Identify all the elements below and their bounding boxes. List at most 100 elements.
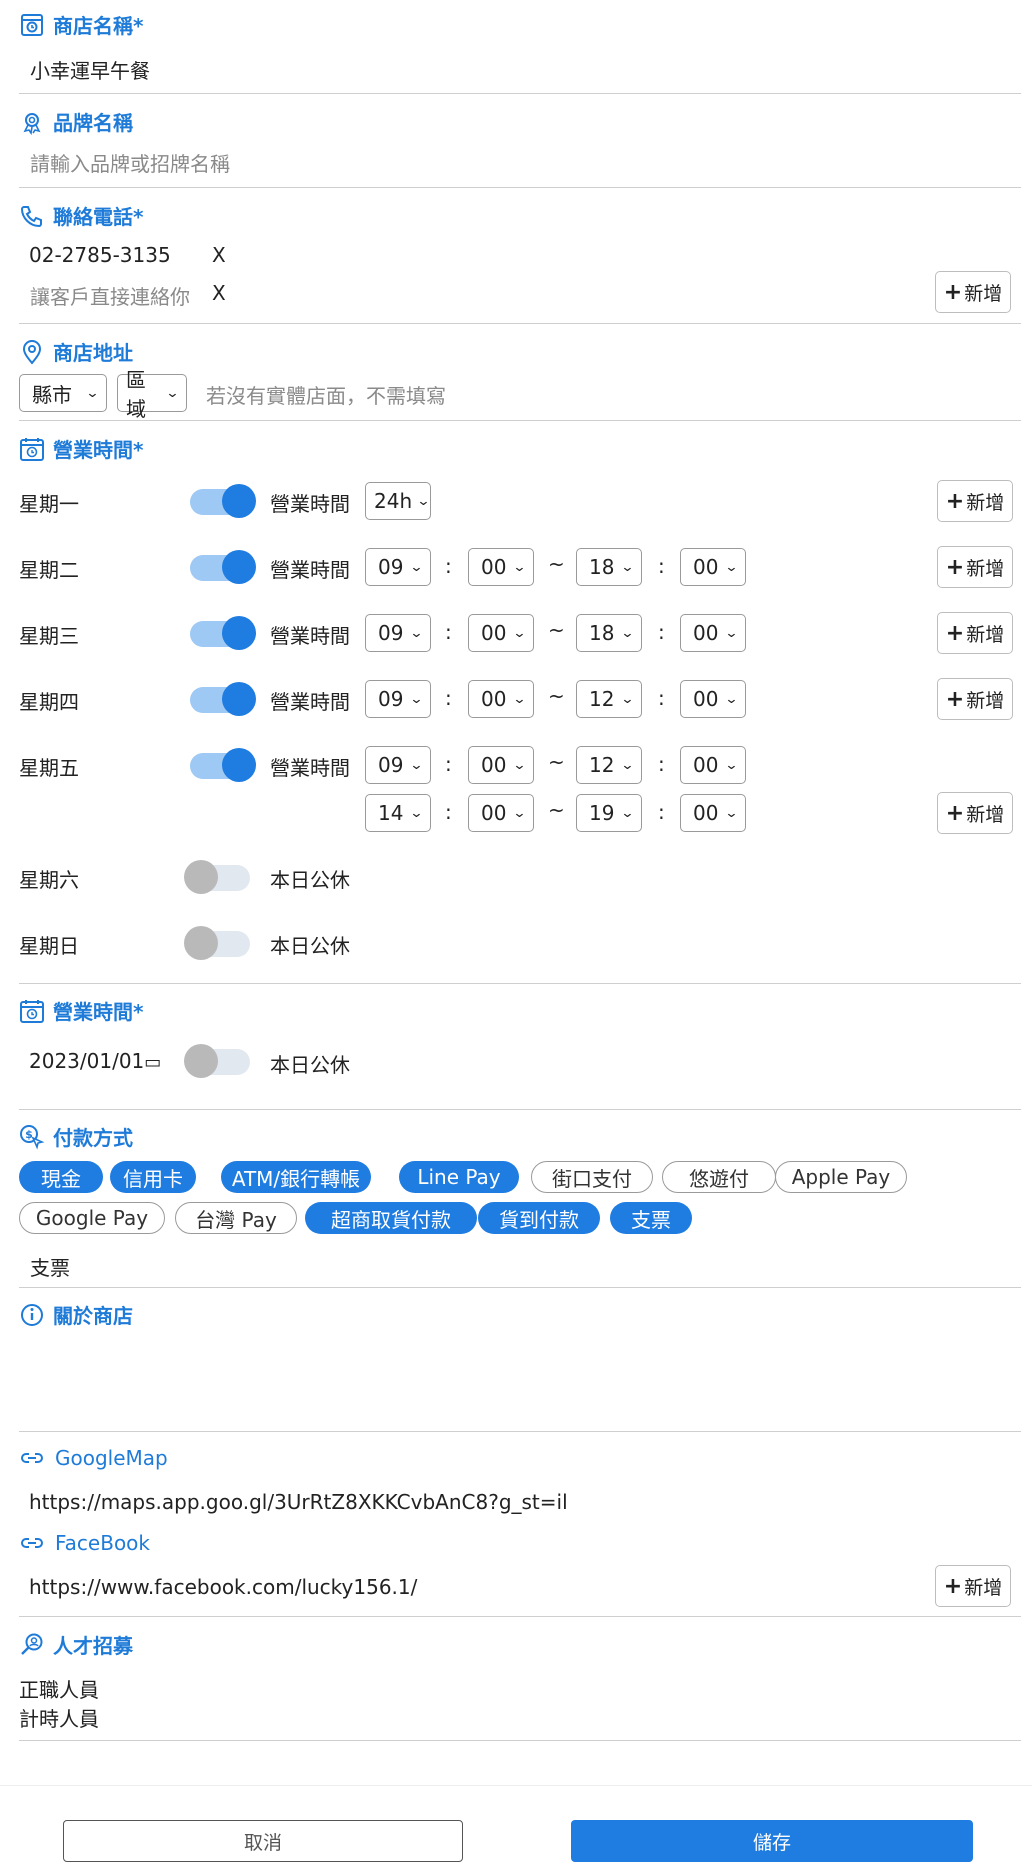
add-time-range-button[interactable]: + 新增 — [937, 480, 1013, 522]
chevron-down-icon: ⌄ — [416, 493, 431, 509]
start-minute-select[interactable]: 00 ⌄ — [468, 548, 534, 586]
payment-title: $ 付款方式 — [19, 1122, 133, 1151]
recruit-item[interactable]: 正職人員 — [19, 1674, 99, 1703]
day-open-toggle[interactable] — [190, 484, 256, 518]
save-button[interactable]: 儲存 — [571, 1820, 973, 1862]
day-open-toggle[interactable] — [184, 860, 250, 894]
store-icon — [21, 13, 43, 36]
payment-method-pill[interactable]: 信用卡 — [110, 1161, 196, 1193]
end-minute-select[interactable]: 00 ⌄ — [680, 794, 746, 832]
brand-name-input[interactable]: 請輸入品牌或招牌名稱 — [30, 148, 230, 177]
chevron-down-icon: ⌄ — [620, 805, 635, 821]
county-select[interactable]: 縣市 ⌄ — [19, 374, 107, 412]
chevron-down-icon: ⌄ — [409, 691, 424, 707]
divider — [19, 983, 1021, 984]
add-time-range-button[interactable]: + 新增 — [937, 792, 1013, 834]
start-hour-select[interactable]: 14 ⌄ — [365, 794, 431, 832]
chevron-down-icon: ⌄ — [620, 757, 635, 773]
day-open-toggle[interactable] — [190, 616, 256, 650]
start-hour-select[interactable]: 09 ⌄ — [365, 746, 431, 784]
payment-method-pill[interactable]: 貨到付款 — [478, 1202, 600, 1234]
payment-method-pill[interactable]: Apple Pay — [775, 1161, 907, 1193]
add-time-range-button[interactable]: + 新增 — [937, 678, 1013, 720]
start-hour-select[interactable]: 09 ⌄ — [365, 680, 431, 718]
chevron-down-icon: ⌄ — [512, 805, 527, 821]
googlemap-url-input[interactable]: https://maps.app.goo.gl/3UrRtZ8XKKCvbAnC… — [29, 1490, 568, 1514]
add-phone-button[interactable]: + 新增 — [935, 271, 1011, 313]
store-name-input[interactable]: 小幸運早午餐 — [30, 55, 150, 84]
divider — [19, 1109, 1021, 1110]
divider — [19, 420, 1021, 421]
payment-method-pill[interactable]: 台灣 Pay — [175, 1202, 297, 1234]
district-select[interactable]: 區域 ⌄ — [117, 368, 187, 421]
end-hour-select[interactable]: 12 ⌄ — [576, 680, 642, 718]
payment-method-pill[interactable]: 超商取貨付款 — [305, 1202, 477, 1234]
start-minute-select[interactable]: 00 ⌄ — [468, 614, 534, 652]
start-hour-select[interactable]: 09 ⌄ — [365, 614, 431, 652]
end-hour-select[interactable]: 18 ⌄ — [576, 614, 642, 652]
end-minute-select[interactable]: 00 ⌄ — [680, 614, 746, 652]
location-pin-icon — [22, 339, 42, 365]
time-colon: : — [658, 686, 665, 710]
payment-method-pill[interactable]: 支票 — [610, 1202, 692, 1234]
chevron-down-icon: ⌄ — [409, 559, 424, 575]
remove-phone-button[interactable]: X — [212, 281, 226, 305]
payment-method-pill[interactable]: 現金 — [19, 1161, 103, 1193]
closed-label: 本日公休 — [270, 868, 350, 892]
remove-phone-button[interactable]: X — [212, 243, 226, 267]
chevron-down-icon: ⌄ — [724, 757, 739, 773]
add-link-button[interactable]: + 新增 — [935, 1565, 1011, 1607]
plus-icon: + — [945, 620, 965, 646]
day-open-toggle[interactable] — [190, 748, 256, 782]
closed-label: 本日公休 — [270, 934, 350, 958]
end-hour-select[interactable]: 12 ⌄ — [576, 746, 642, 784]
footer-divider — [0, 1785, 1032, 1786]
range-tilde: ~ — [548, 552, 565, 576]
calendar-clock-icon — [20, 999, 44, 1023]
payment-method-pill[interactable]: Google Pay — [19, 1202, 165, 1234]
payment-method-pill[interactable]: 悠遊付 — [662, 1161, 776, 1193]
special-open-toggle[interactable] — [184, 1044, 250, 1078]
about-textarea[interactable] — [30, 1340, 1010, 1420]
chevron-down-icon: ⌄ — [620, 559, 635, 575]
end-minute-select[interactable]: 00 ⌄ — [680, 746, 746, 784]
weekday-label: 星期二 — [19, 558, 79, 582]
end-minute-select[interactable]: 00 ⌄ — [680, 680, 746, 718]
svg-text:$: $ — [25, 1128, 33, 1141]
special-date-input[interactable]: 2023/01/01▭ — [29, 1049, 161, 1073]
plus-icon: + — [945, 686, 965, 712]
end-hour-select[interactable]: 18 ⌄ — [576, 548, 642, 586]
time-colon: : — [445, 554, 452, 578]
facebook-title: FaceBook — [19, 1530, 150, 1556]
chevron-down-icon: ⌄ — [724, 625, 739, 641]
add-time-range-button[interactable]: + 新增 — [937, 612, 1013, 654]
payment-method-pill[interactable]: Line Pay — [399, 1161, 519, 1193]
phone-input[interactable]: 讓客戶直接連絡你 — [30, 281, 190, 310]
facebook-url-input[interactable]: https://www.facebook.com/lucky156.1/ — [29, 1575, 417, 1599]
hours-mode-select[interactable]: 24h ⌄ — [365, 482, 431, 520]
add-time-range-button[interactable]: + 新增 — [937, 546, 1013, 588]
start-minute-select[interactable]: 00 ⌄ — [468, 680, 534, 718]
end-hour-select[interactable]: 19 ⌄ — [576, 794, 642, 832]
range-tilde: ~ — [548, 750, 565, 774]
start-minute-select[interactable]: 00 ⌄ — [468, 746, 534, 784]
day-open-toggle[interactable] — [190, 682, 256, 716]
time-colon: : — [658, 554, 665, 578]
payment-method-pill[interactable]: 街口支付 — [531, 1161, 653, 1193]
payment-note[interactable]: 支票 — [30, 1252, 70, 1281]
phone-number[interactable]: 02-2785-3135 — [29, 243, 171, 267]
cancel-button[interactable]: 取消 — [63, 1820, 463, 1862]
time-colon: : — [445, 800, 452, 824]
payment-method-pill[interactable]: ATM/銀行轉帳 — [221, 1161, 371, 1193]
hours-label: 營業時間 — [270, 624, 350, 648]
link-icon — [21, 1453, 43, 1463]
start-hour-select[interactable]: 09 ⌄ — [365, 548, 431, 586]
day-open-toggle[interactable] — [190, 550, 256, 584]
end-minute-select[interactable]: 00 ⌄ — [680, 548, 746, 586]
day-open-toggle[interactable] — [184, 926, 250, 960]
recruit-item[interactable]: 計時人員 — [19, 1703, 99, 1732]
payment-cursor-icon: $ — [20, 1124, 45, 1149]
plus-icon: + — [945, 554, 965, 580]
divider — [19, 187, 1021, 188]
start-minute-select[interactable]: 00 ⌄ — [468, 794, 534, 832]
